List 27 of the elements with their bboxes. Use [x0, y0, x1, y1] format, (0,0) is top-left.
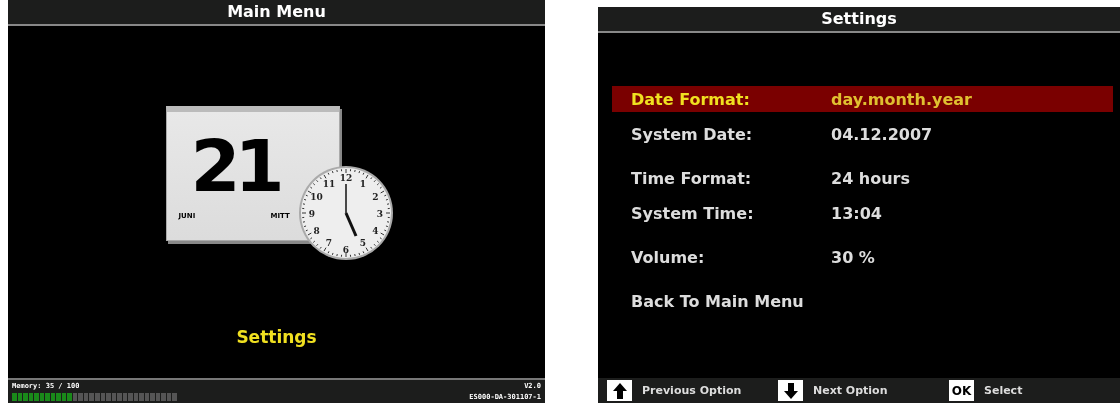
- hint-label: Select: [984, 384, 1023, 397]
- menu-option[interactable]: System Date: 04.12.2007: [612, 121, 1113, 147]
- menu-option[interactable]: Volume: 30 %: [612, 244, 1113, 270]
- option-label: Date Format:: [631, 89, 751, 109]
- hint-label: Previous Option: [642, 384, 742, 397]
- down-arrow-key-icon: [778, 380, 803, 401]
- option-value: 24 hours: [831, 168, 911, 188]
- menu-caption: Settings: [236, 327, 317, 347]
- menu-option[interactable]: System Time: 13:04: [612, 200, 1113, 226]
- option-value: 04.12.2007: [831, 124, 933, 144]
- option-value: 13:04: [831, 203, 882, 223]
- hint-label: Next Option: [813, 384, 888, 397]
- option-label: Volume:: [631, 247, 706, 267]
- option-value: day.month.year: [831, 89, 972, 109]
- clock-drawing: 12 11 1 10 2 9 3 8 4 7 5 6: [297, 165, 394, 261]
- screen-title: Main Menu: [8, 0, 545, 26]
- ok-key: OK: [949, 380, 974, 401]
- option-label: System Time:: [631, 203, 755, 223]
- menu-option[interactable]: Time Format: 24 hours: [612, 165, 1113, 191]
- menu-option[interactable]: Back To Main Menu: [612, 288, 1113, 314]
- option-label: Back To Main Menu: [631, 291, 805, 311]
- option-label: System Date:: [631, 124, 754, 144]
- up-arrow-key-icon: [607, 380, 632, 401]
- option-label: Time Format:: [631, 168, 753, 188]
- menu-option[interactable]: Date Format: day.month.year: [612, 86, 1113, 112]
- screen-title: Settings: [598, 7, 1120, 33]
- option-value: 30 %: [831, 247, 875, 267]
